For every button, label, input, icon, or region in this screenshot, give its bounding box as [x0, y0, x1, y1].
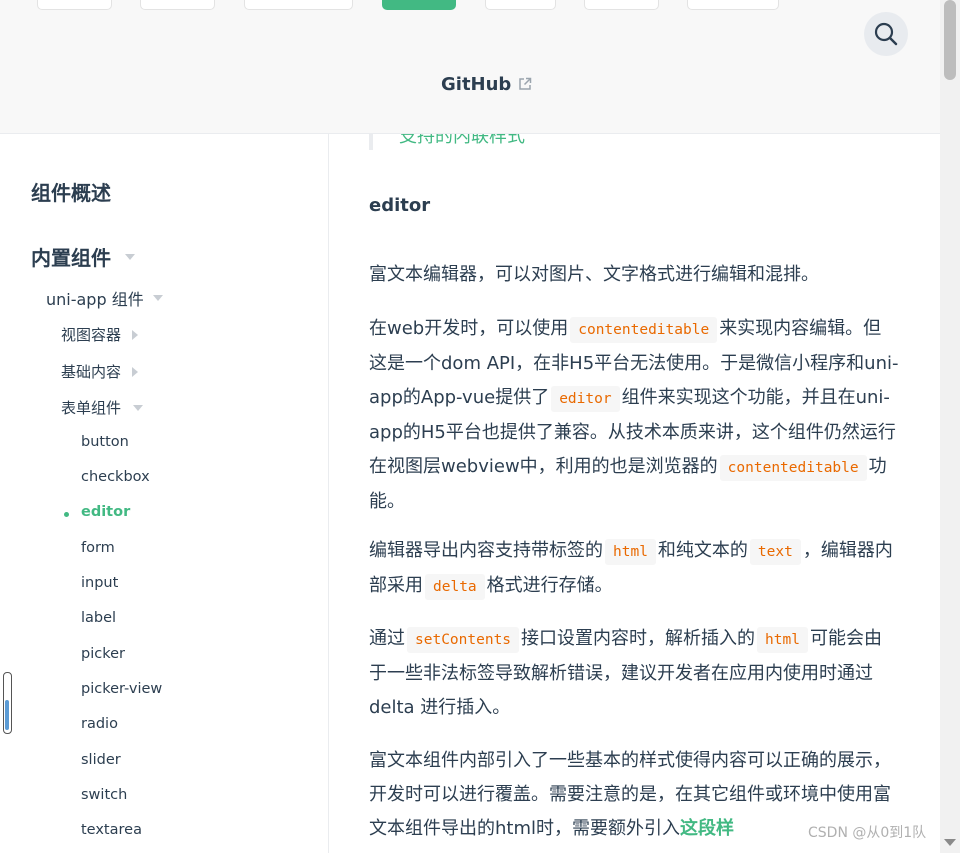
sidebar-item-label: input — [81, 575, 119, 591]
style-link[interactable]: 这段样 — [680, 818, 734, 839]
paragraph-text: 通过 — [369, 628, 405, 649]
sidebar-item-label: slider — [81, 752, 121, 768]
sidebar-item-label-component[interactable]: label — [81, 610, 116, 626]
sidebar-item-label: picker — [81, 646, 125, 662]
github-link[interactable]: GitHub — [441, 72, 532, 96]
sidebar-item-label: 组件概述 — [31, 181, 111, 205]
sidebar-item-builtin[interactable]: 内置组件 — [31, 242, 135, 271]
sidebar-item-picker[interactable]: picker — [81, 646, 125, 662]
search-icon — [874, 22, 898, 46]
sidebar-item-label: editor — [81, 504, 131, 520]
caret-down-icon — [133, 404, 144, 411]
external-link-icon — [519, 77, 532, 90]
sidebar-item-radio[interactable]: radio — [81, 716, 118, 732]
nav-tab-3[interactable] — [244, 0, 353, 10]
paragraph-background: 在web开发时，可以使用 contenteditable 来实现内容编辑。但这是一个… — [369, 312, 899, 519]
sidebar-item-label: picker-view — [81, 681, 163, 697]
sidebar-item-label: 表单组件 — [61, 399, 122, 417]
github-label: GitHub — [441, 73, 512, 95]
inline-code: delta — [425, 574, 485, 600]
inline-code: html — [757, 627, 808, 653]
paragraph-text: 接口设置内容时，解析插入的 — [521, 628, 756, 649]
section-title: editor — [369, 195, 431, 216]
main-content: 支持的内联样式 editor 富文本编辑器，可以对图片、文字格式进行编辑和混排。… — [369, 134, 899, 853]
sidebar-item-label: 基础内容 — [61, 363, 122, 381]
paragraph-text: 编辑器导出内容支持带标签的 — [369, 540, 603, 561]
sidebar-item-editor[interactable]: editor — [81, 504, 130, 520]
sidebar-item-picker-view[interactable]: picker-view — [81, 681, 162, 697]
watermark: CSDN @从0到1队 — [808, 825, 927, 841]
paragraph-setcontents: 通过 setContents 接口设置内容时，解析插入的 html 可能会由于一些非法标… — [369, 622, 899, 725]
sidebar-scrollbar-thumb[interactable] — [5, 700, 9, 730]
caret-down-icon — [125, 253, 135, 260]
sidebar-item-button[interactable]: button — [81, 434, 129, 450]
search-button[interactable] — [864, 12, 908, 56]
sidebar-item-uniapp[interactable]: uni-app 组件 — [46, 286, 163, 310]
sidebar: 组件概述 内置组件 uni-app 组件 视图容器 基础内容 表单组件 butt… — [0, 134, 329, 853]
sidebar-item-view-container[interactable]: 视图容器 — [61, 324, 139, 345]
paragraph-text: 在web开发时，可以使用 — [369, 318, 569, 339]
sidebar-item-label: switch — [81, 787, 128, 803]
paragraph-intro: 富文本编辑器，可以对图片、文字格式进行编辑和混排。 — [369, 258, 899, 292]
top-navbar: GitHub — [0, 0, 940, 134]
sidebar-item-label: uni-app 组件 — [46, 290, 144, 309]
paragraph-text: 格式进行存储。 — [486, 575, 613, 596]
sidebar-item-label: checkbox — [81, 469, 150, 485]
active-indicator-dot — [64, 512, 69, 517]
nav-tab-2[interactable] — [140, 0, 215, 10]
nav-tab-7[interactable] — [687, 0, 779, 10]
nav-tab-active[interactable] — [382, 0, 456, 10]
tip-border — [369, 134, 373, 150]
sidebar-item-textarea[interactable]: textarea — [81, 822, 142, 838]
sidebar-item-basic-content[interactable]: 基础内容 — [61, 361, 139, 382]
tip-text[interactable]: 支持的内联样式 — [399, 134, 525, 148]
caret-down-icon — [152, 295, 163, 301]
sidebar-item-label: 内置组件 — [31, 246, 111, 270]
nav-tab-1[interactable] — [37, 0, 112, 10]
paragraph-export: 编辑器导出内容支持带标签的 html 和纯文本的 text ，编辑器内部采用 delta 格… — [369, 534, 899, 604]
sidebar-item-label: button — [81, 434, 129, 450]
sidebar-item-label: textarea — [81, 822, 142, 838]
sidebar-item-label: form — [81, 540, 115, 556]
paragraph-text: 和纯文本的 — [657, 540, 748, 561]
sidebar-item-label: label — [81, 610, 117, 626]
inline-code: contenteditable — [570, 317, 718, 343]
inline-code: html — [605, 539, 656, 565]
inline-code: contenteditable — [719, 455, 867, 481]
nav-tab-5[interactable] — [485, 0, 556, 10]
inline-code: setContents — [407, 627, 520, 653]
page-scrollbar[interactable] — [940, 0, 960, 853]
paragraph-text: 富文本编辑器，可以对图片、文字格式进行编辑和混排。 — [369, 264, 819, 285]
nav-tab-6[interactable] — [584, 0, 659, 10]
sidebar-item-form[interactable]: form — [81, 540, 115, 556]
sidebar-item-switch[interactable]: switch — [81, 787, 127, 803]
caret-right-icon — [132, 366, 139, 377]
sidebar-item-input[interactable]: input — [81, 575, 118, 591]
page-scrollbar-thumb[interactable] — [944, 0, 956, 80]
sidebar-item-overview[interactable]: 组件概述 — [31, 177, 111, 206]
caret-right-icon — [132, 329, 139, 340]
inline-code: editor — [551, 386, 620, 412]
scroll-down-arrow-icon[interactable] — [944, 839, 956, 846]
sidebar-item-form-components[interactable]: 表单组件 — [61, 397, 144, 418]
sidebar-item-label: radio — [81, 716, 118, 732]
sidebar-item-checkbox[interactable]: checkbox — [81, 469, 150, 485]
sidebar-item-slider[interactable]: slider — [81, 752, 121, 768]
inline-code: text — [749, 539, 801, 565]
sidebar-item-label: 视图容器 — [61, 326, 122, 344]
